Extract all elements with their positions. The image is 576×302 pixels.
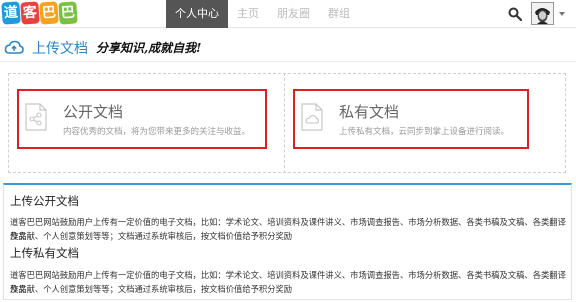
upload-header: 上传文档 分享知识,成就自我! [0,32,576,62]
logo-char-1: 道 [1,1,21,25]
upload-instructions: 上传公开文档 道客巴巴网站鼓励用户上传有一定价值的电子文档，比如：学术论文、培训… [3,183,572,300]
chevron-down-icon[interactable] [559,12,565,16]
page-title: 上传文档 [32,41,88,57]
nav-item-groups[interactable]: 群组 [319,0,359,28]
private-document-option[interactable]: 私有文档 上传私有文档，云同步到掌上设备进行阅读。 [293,89,529,149]
private-upload-text-line-2: 及文献、个人创意策划等等；文档通过系统审核后，按文档价值给予积分奖励 [10,284,293,294]
logo-char-2: 客 [20,1,40,25]
nav-item-friends[interactable]: 朋友圈 [268,0,319,28]
public-upload-heading: 上传公开文档 [10,194,79,208]
public-upload-text-line-2: 及文献、个人创意策划等等；文档通过系统审核后，按文档价值给予积分奖励 [10,231,293,241]
cloud-upload-icon [4,40,24,54]
private-document-title: 私有文档 [339,103,400,121]
main-nav: 个人中心 主页 朋友圈 群组 [166,0,359,28]
private-upload-heading: 上传私有文档 [10,246,79,260]
slogan: 分享知识,成就自我! [96,41,202,55]
logo-char-3: 巴 [39,1,59,25]
private-document-description: 上传私有文档，云同步到掌上设备进行阅读。 [339,127,510,137]
cloud-document-icon [301,103,323,131]
options-divider [284,73,285,173]
share-document-icon [25,103,47,131]
avatar-portrait-icon [532,3,553,24]
public-document-title: 公开文档 [63,103,124,121]
user-avatar[interactable] [531,2,554,25]
nav-item-personal-center[interactable]: 个人中心 [166,0,228,28]
public-document-description: 内容优秀的文档，将为您带来更多的关注与收益。 [63,127,251,137]
top-navigation-bar: 道 客 巴 巴 个人中心 主页 朋友圈 群组 [0,0,576,28]
public-document-option[interactable]: 公开文档 内容优秀的文档，将为您带来更多的关注与收益。 [17,89,267,149]
site-logo[interactable]: 道 客 巴 巴 [1,1,78,26]
nav-item-home[interactable]: 主页 [228,0,268,28]
search-icon[interactable] [508,7,522,21]
logo-char-4: 巴 [58,1,78,25]
